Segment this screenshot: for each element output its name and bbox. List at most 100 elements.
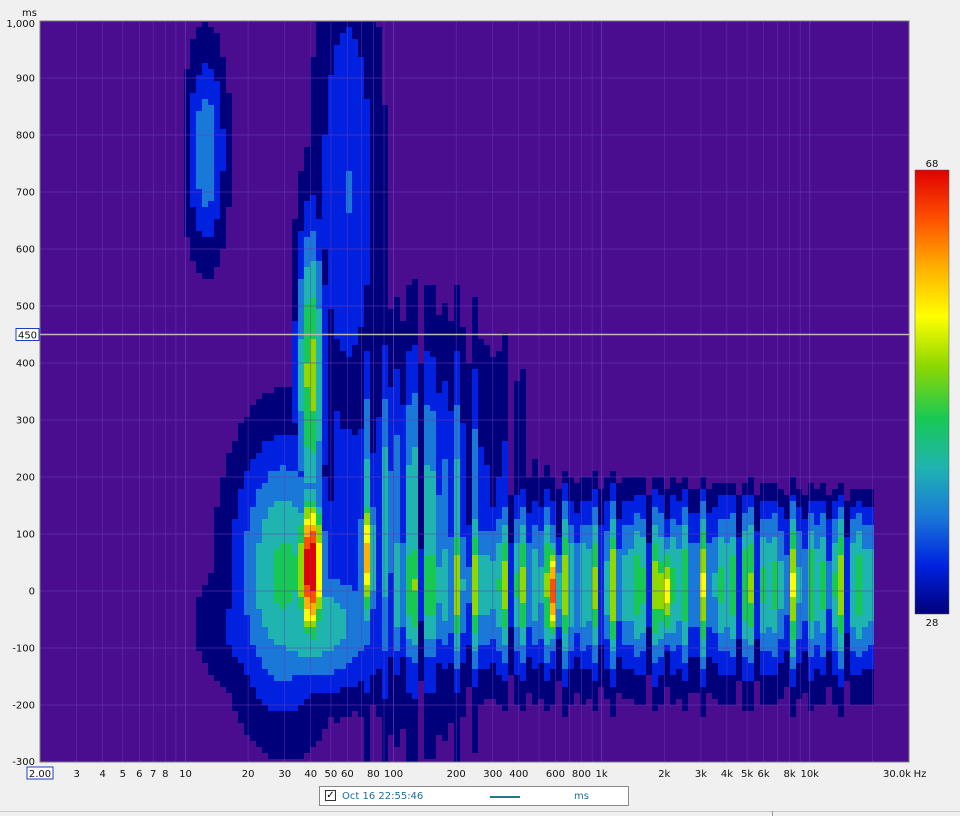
heat-cell xyxy=(346,123,352,129)
heat-cell xyxy=(280,633,286,639)
heat-cell xyxy=(550,477,556,483)
heat-cell xyxy=(436,699,442,705)
heat-cell xyxy=(478,489,484,495)
heat-cell xyxy=(358,525,364,531)
heat-cell xyxy=(394,345,400,351)
heat-cell xyxy=(484,465,490,471)
heat-cell xyxy=(472,555,478,561)
heat-cell xyxy=(202,591,208,597)
heat-cell xyxy=(472,747,478,753)
heat-cell xyxy=(400,381,406,387)
heat-cell xyxy=(394,537,400,543)
heat-cell xyxy=(346,261,352,267)
heat-cell xyxy=(364,675,370,681)
heat-cell xyxy=(250,495,256,501)
heat-cell xyxy=(460,495,466,501)
heat-cell xyxy=(550,585,556,591)
heat-cell xyxy=(316,429,322,435)
heat-cell xyxy=(370,609,376,615)
heat-cell xyxy=(478,477,484,483)
heat-cell xyxy=(370,453,376,459)
heat-cell xyxy=(196,231,202,237)
heat-cell xyxy=(382,279,388,285)
heat-cell xyxy=(520,573,526,579)
heat-cell xyxy=(496,603,502,609)
heat-cell xyxy=(394,459,400,465)
heat-cell xyxy=(472,513,478,519)
heat-cell xyxy=(436,651,442,657)
heat-cell xyxy=(598,513,604,519)
heat-cell xyxy=(382,753,388,759)
heat-cell xyxy=(484,585,490,591)
heat-cell xyxy=(460,327,466,333)
heat-cell xyxy=(568,519,574,525)
heat-cell xyxy=(460,675,466,681)
heat-cell xyxy=(376,297,382,303)
heat-cell xyxy=(406,339,412,345)
heat-cell xyxy=(226,597,232,603)
heat-cell xyxy=(436,573,442,579)
heat-cell xyxy=(376,117,382,123)
heat-cell xyxy=(580,693,586,699)
heat-cell xyxy=(184,201,190,207)
heat-cell xyxy=(394,681,400,687)
heat-cell xyxy=(286,651,292,657)
heat-cell xyxy=(508,669,514,675)
heat-cell xyxy=(304,711,310,717)
heat-cell xyxy=(208,141,214,147)
heat-cell xyxy=(316,339,322,345)
heat-cell xyxy=(190,45,196,51)
heat-cell xyxy=(262,465,268,471)
heat-cell xyxy=(550,669,556,675)
heat-cell xyxy=(454,561,460,567)
heat-cell xyxy=(268,423,274,429)
heat-cell xyxy=(316,51,322,57)
heat-cell xyxy=(454,537,460,543)
heat-cell xyxy=(340,255,346,261)
heat-cell xyxy=(394,321,400,327)
heat-cell xyxy=(442,357,448,363)
heat-cell xyxy=(430,537,436,543)
heat-cell xyxy=(508,639,514,645)
heat-cell xyxy=(370,627,376,633)
heat-cell xyxy=(454,495,460,501)
heat-cell xyxy=(568,489,574,495)
heat-cell xyxy=(238,501,244,507)
heat-cell xyxy=(370,279,376,285)
heat-cell xyxy=(352,537,358,543)
heat-cell xyxy=(532,507,538,513)
heat-cell xyxy=(322,177,328,183)
heat-cell xyxy=(292,249,298,255)
heat-cell xyxy=(352,495,358,501)
heat-cell xyxy=(340,435,346,441)
heat-cell xyxy=(268,747,274,753)
heat-cell xyxy=(628,585,634,591)
heat-cell xyxy=(424,411,430,417)
heat-cell xyxy=(346,63,352,69)
heat-cell xyxy=(394,519,400,525)
heat-cell xyxy=(256,669,262,675)
heat-cell xyxy=(358,681,364,687)
heat-cell xyxy=(304,723,310,729)
heat-cell xyxy=(262,669,268,675)
heat-cell xyxy=(220,141,226,147)
heat-cell xyxy=(316,471,322,477)
heat-cell xyxy=(262,507,268,513)
heat-cell xyxy=(484,345,490,351)
heat-cell xyxy=(472,615,478,621)
heat-cell xyxy=(370,441,376,447)
heat-cell xyxy=(394,339,400,345)
heat-cell xyxy=(214,609,220,615)
heat-cell xyxy=(358,57,364,63)
heat-cell xyxy=(604,501,610,507)
heat-cell xyxy=(592,699,598,705)
heat-cell xyxy=(292,603,298,609)
heat-cell xyxy=(346,597,352,603)
heat-cell xyxy=(268,441,274,447)
heat-cell xyxy=(316,381,322,387)
heat-cell xyxy=(400,501,406,507)
heat-cell xyxy=(484,597,490,603)
heat-cell xyxy=(454,579,460,585)
heat-cell xyxy=(190,213,196,219)
heat-cell xyxy=(208,231,214,237)
